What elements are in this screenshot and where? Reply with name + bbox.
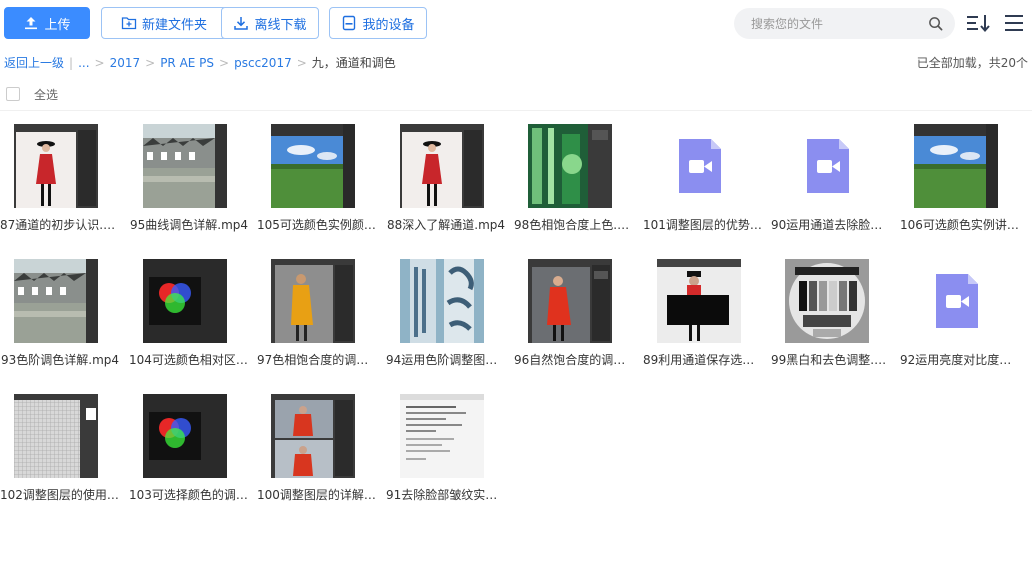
- file-item[interactable]: 106可选颜色实例讲解.mp4: [900, 124, 1020, 244]
- video-file-icon[interactable]: [785, 124, 869, 208]
- select-all-label: 全选: [34, 87, 59, 102]
- file-item[interactable]: 91去除脸部皱纹实例.mp4: [386, 394, 506, 514]
- upload-button[interactable]: 上传: [4, 7, 90, 39]
- file-name[interactable]: 97色相饱合度的调整.mp4: [257, 351, 377, 368]
- file-thumbnail[interactable]: [785, 259, 869, 343]
- new-folder-icon: [121, 17, 137, 30]
- file-name[interactable]: 104可选颜色相对区别.mp4: [129, 351, 249, 368]
- file-item[interactable]: 98色相饱合度上色.mp4: [514, 124, 634, 244]
- breadcrumb: 返回上一级 |... >2017 > PR AE PS > pscc2017 > 九，通道和调色: [4, 54, 396, 72]
- file-name[interactable]: 87通道的初步认识.mp4: [0, 216, 120, 233]
- file-thumbnail[interactable]: [14, 394, 98, 478]
- file-name[interactable]: 100调整图层的详解.mp4: [257, 486, 377, 503]
- file-name[interactable]: 105可选颜色实例颜色.mp4: [257, 216, 377, 233]
- file-name[interactable]: 99黑白和去色调整.mp4: [771, 351, 891, 368]
- file-thumbnail[interactable]: [400, 259, 484, 343]
- file-thumbnail[interactable]: [14, 259, 98, 343]
- file-thumbnail[interactable]: [14, 124, 98, 208]
- file-thumbnail[interactable]: [143, 394, 227, 478]
- sort-icon[interactable]: [966, 13, 990, 33]
- offline-download-label: 离线下载: [254, 17, 307, 33]
- breadcrumb-separator: |: [69, 56, 74, 70]
- file-name[interactable]: 93色阶调色详解.mp4: [0, 351, 120, 368]
- breadcrumb-ellipsis[interactable]: ...: [78, 56, 89, 70]
- file-item[interactable]: 104可选颜色相对区别.mp4: [129, 259, 249, 379]
- file-item[interactable]: 99黑白和去色调整.mp4: [771, 259, 891, 379]
- my-devices-button[interactable]: 我的设备: [329, 7, 427, 39]
- file-item[interactable]: 94运用色阶调整图片.mp4: [386, 259, 506, 379]
- breadcrumb-item[interactable]: 2017: [110, 56, 141, 70]
- file-name[interactable]: 106可选颜色实例讲解.mp4: [900, 216, 1020, 233]
- search-input[interactable]: [749, 15, 923, 32]
- file-thumbnail[interactable]: [400, 394, 484, 478]
- file-item[interactable]: 92运用亮度对比度调整.mp4: [900, 259, 1020, 379]
- file-name[interactable]: 90运用通道去除脸部.mp4: [771, 216, 891, 233]
- file-name[interactable]: 102调整图层的使用.mp4: [0, 486, 120, 503]
- my-devices-label: 我的设备: [362, 17, 415, 33]
- file-name[interactable]: 95曲线调色详解.mp4: [129, 216, 249, 233]
- toolbar: 上传 新建文件夹 离线下载 我的设备: [0, 0, 1032, 48]
- file-name[interactable]: 91去除脸部皱纹实例.mp4: [386, 486, 506, 503]
- file-item[interactable]: 87通道的初步认识.mp4: [0, 124, 120, 244]
- video-file-icon[interactable]: [657, 124, 741, 208]
- search-icon[interactable]: [928, 16, 943, 31]
- breadcrumb-chevron: >: [145, 56, 156, 70]
- file-name[interactable]: 88深入了解通道.mp4: [386, 216, 506, 233]
- file-item[interactable]: 95曲线调色详解.mp4: [129, 124, 249, 244]
- file-thumbnail[interactable]: [271, 124, 355, 208]
- new-folder-button[interactable]: 新建文件夹: [101, 7, 227, 39]
- file-item[interactable]: 88深入了解通道.mp4: [386, 124, 506, 244]
- breadcrumb-current: 九，通道和调色: [311, 56, 396, 70]
- video-file-icon[interactable]: [914, 259, 998, 343]
- file-thumbnail[interactable]: [528, 124, 612, 208]
- breadcrumb-item[interactable]: pscc2017: [234, 56, 292, 70]
- divider: [0, 110, 1032, 111]
- file-thumbnail[interactable]: [528, 259, 612, 343]
- file-name[interactable]: 89利用通道保存选区.mp4: [643, 351, 763, 368]
- file-item[interactable]: 96自然饱合度的调整.mp4: [514, 259, 634, 379]
- upload-label: 上传: [44, 17, 71, 33]
- back-link[interactable]: 返回上一级: [4, 56, 64, 70]
- file-name[interactable]: 92运用亮度对比度调整.mp4: [900, 351, 1020, 368]
- file-name[interactable]: 98色相饱合度上色.mp4: [514, 216, 634, 233]
- file-thumbnail[interactable]: [143, 259, 227, 343]
- search-box: [734, 8, 955, 39]
- loaded-status: 已全部加载，共20个: [916, 56, 1028, 70]
- select-all[interactable]: 全选: [6, 85, 58, 103]
- file-item[interactable]: 101调整图层的优势.mp4: [643, 124, 763, 244]
- breadcrumb-item[interactable]: PR AE PS: [160, 56, 214, 70]
- new-folder-label: 新建文件夹: [141, 17, 207, 33]
- breadcrumb-chevron: >: [219, 56, 230, 70]
- file-item[interactable]: 102调整图层的使用.mp4: [0, 394, 120, 514]
- file-name[interactable]: 96自然饱合度的调整.mp4: [514, 351, 634, 368]
- download-icon: [234, 17, 249, 30]
- device-icon: [343, 15, 356, 31]
- file-item[interactable]: 100调整图层的详解.mp4: [257, 394, 377, 514]
- file-name[interactable]: 103可选择颜色的调整.mp4: [129, 486, 249, 503]
- file-name[interactable]: 94运用色阶调整图片.mp4: [386, 351, 506, 368]
- file-thumbnail[interactable]: [914, 124, 998, 208]
- breadcrumb-chevron: >: [296, 56, 307, 70]
- file-item[interactable]: 89利用通道保存选区.mp4: [643, 259, 763, 379]
- file-item[interactable]: 103可选择颜色的调整.mp4: [129, 394, 249, 514]
- file-item[interactable]: 90运用通道去除脸部.mp4: [771, 124, 891, 244]
- file-item[interactable]: 93色阶调色详解.mp4: [0, 259, 120, 379]
- file-thumbnail[interactable]: [400, 124, 484, 208]
- file-thumbnail[interactable]: [271, 394, 355, 478]
- list-view-icon[interactable]: [1003, 13, 1027, 33]
- breadcrumb-chevron: >: [94, 56, 105, 70]
- upload-icon: [25, 17, 38, 30]
- file-name[interactable]: 101调整图层的优势.mp4: [643, 216, 763, 233]
- file-thumbnail[interactable]: [271, 259, 355, 343]
- offline-download-button[interactable]: 离线下载: [221, 7, 319, 39]
- file-item[interactable]: 105可选颜色实例颜色.mp4: [257, 124, 377, 244]
- file-thumbnail[interactable]: [657, 259, 741, 343]
- select-all-checkbox[interactable]: [6, 87, 20, 101]
- file-item[interactable]: 97色相饱合度的调整.mp4: [257, 259, 377, 379]
- file-thumbnail[interactable]: [143, 124, 227, 208]
